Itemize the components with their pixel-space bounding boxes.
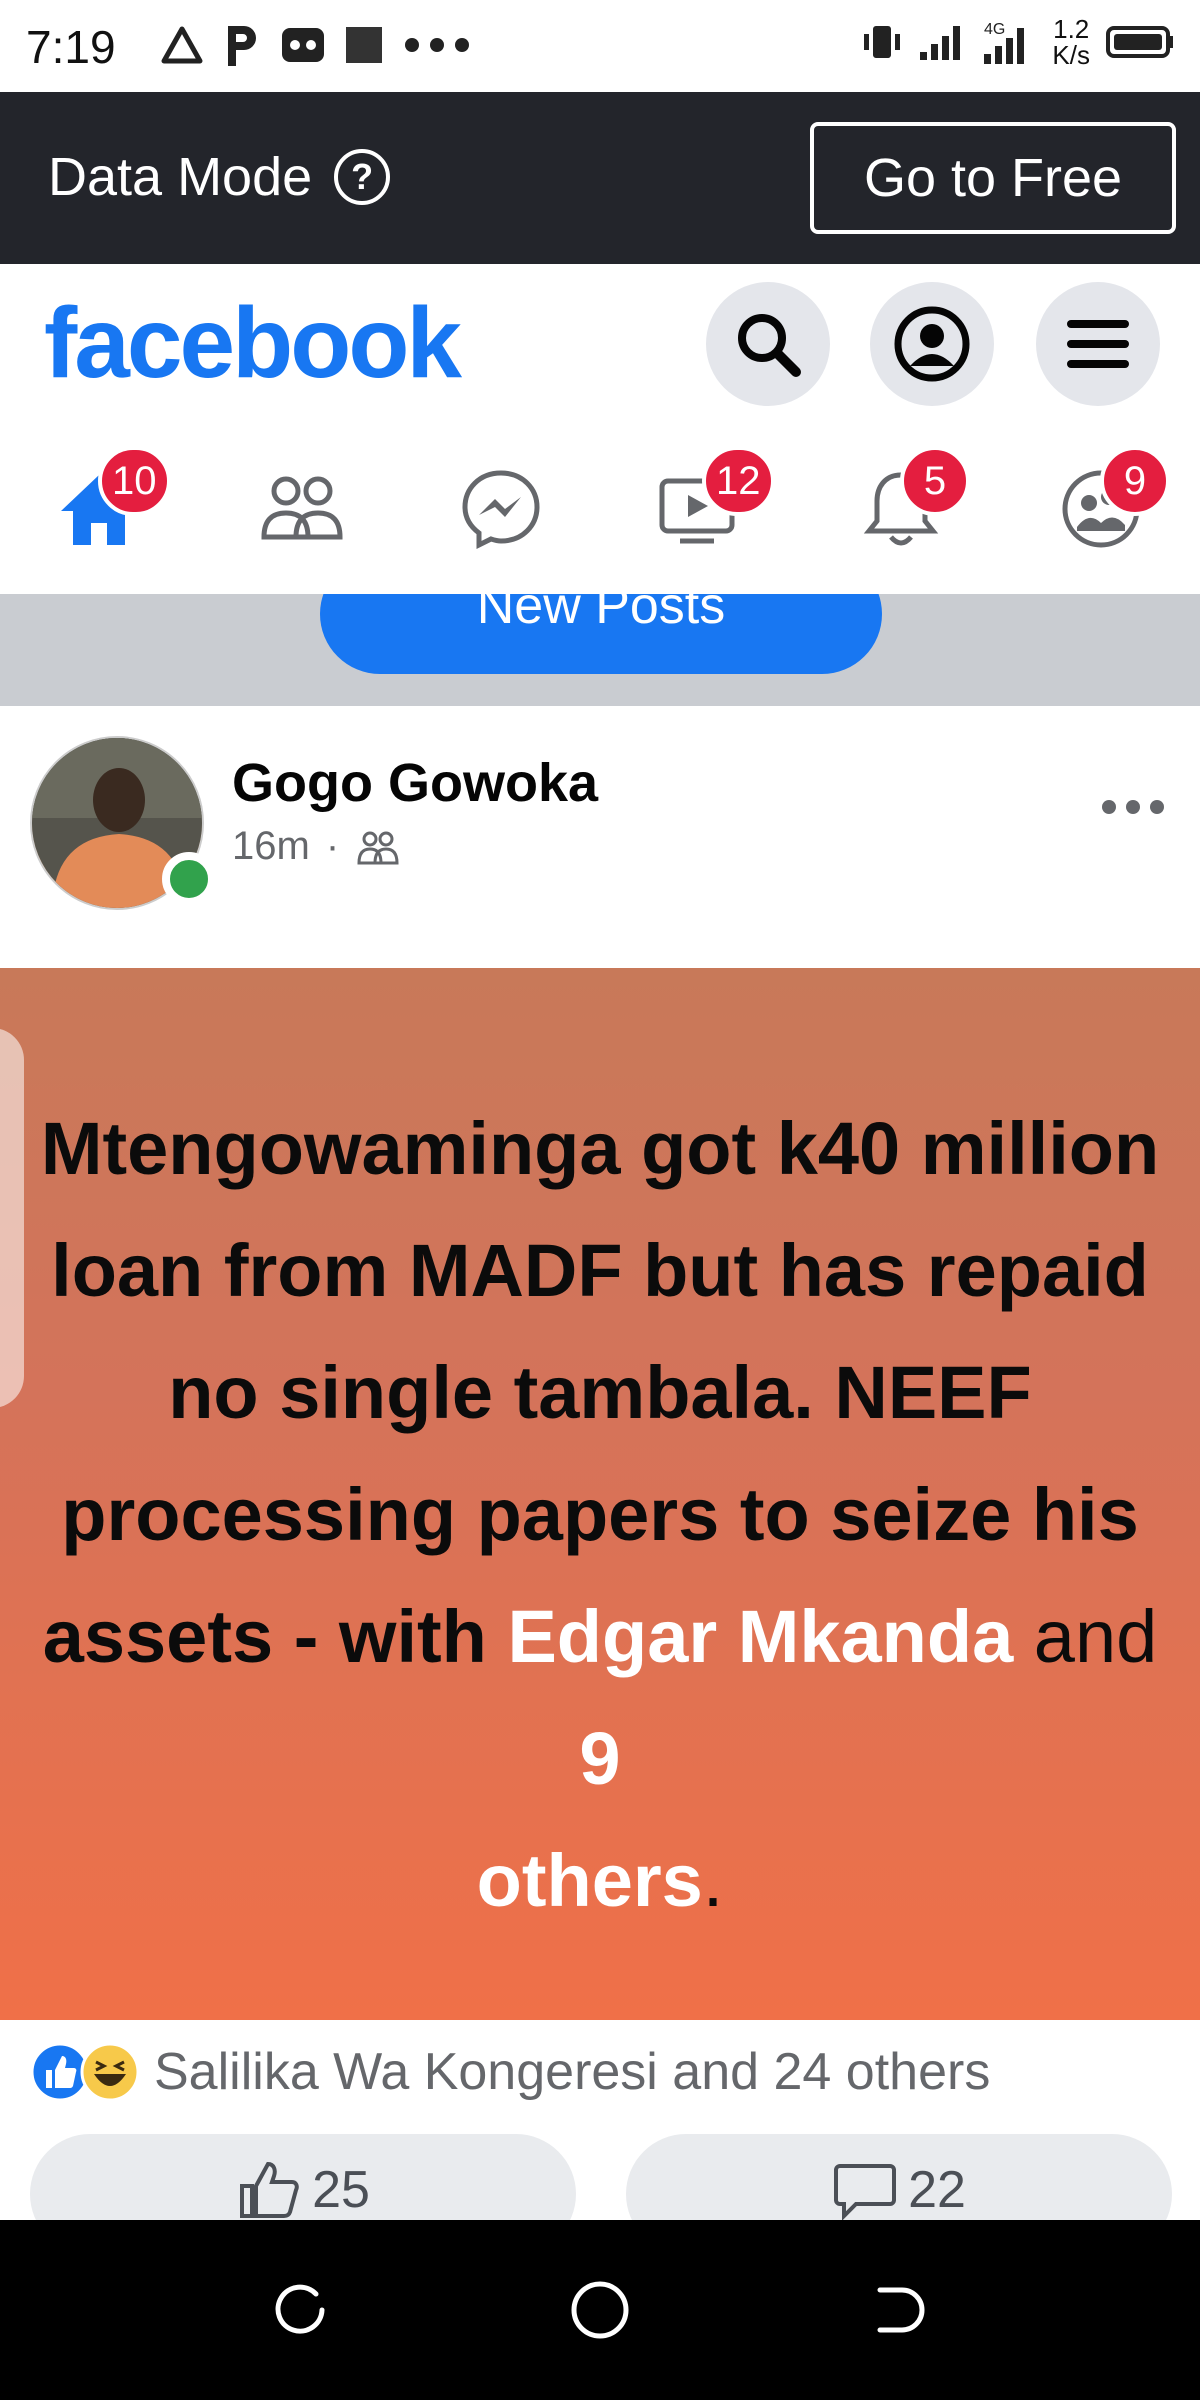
back-icon (877, 2287, 925, 2333)
tagged-person[interactable]: Edgar Mkanda (507, 1595, 1013, 1678)
reaction-icons (30, 2042, 140, 2102)
friends-icon (261, 476, 343, 540)
menu-button[interactable] (1036, 282, 1160, 406)
status-time: 7:19 (26, 21, 116, 73)
system-navigation-bar (0, 2220, 1200, 2400)
network-speed-value: 1.2 (1053, 14, 1090, 44)
signal-4g-icon: 4G (984, 21, 1025, 64)
nav-watch[interactable]: 12 (626, 434, 776, 584)
warning-icon (161, 26, 203, 64)
post-meta: 16m · (232, 824, 401, 869)
more-horizontal-icon (1102, 800, 1164, 814)
nav-groups[interactable]: 9 (1026, 434, 1176, 584)
post-author[interactable]: Gogo Gowoka (232, 752, 598, 814)
end-period: . (702, 1839, 724, 1922)
status-system-icons: 4G 1.2 K/s (860, 16, 1176, 68)
groups-badge: 9 (1100, 446, 1170, 516)
more-dots-icon (405, 38, 469, 52)
meta-separator: · (325, 824, 340, 868)
post-time[interactable]: 16m (232, 824, 310, 869)
post-body-main: Mtengowaminga got k40 million loan from … (40, 1107, 1160, 1678)
profile-button[interactable] (870, 282, 994, 406)
reactions-text: Salilika Wa Kongeresi and 24 others (154, 2043, 991, 2101)
svg-text:4G: 4G (984, 21, 1005, 38)
data-mode-text: Data Mode (48, 147, 313, 207)
facebook-logo[interactable]: facebook (44, 286, 462, 401)
recent-apps-button[interactable] (260, 2270, 340, 2350)
nav-friends[interactable] (226, 434, 376, 584)
help-icon[interactable]: ? (334, 149, 391, 205)
signal-icon (920, 26, 961, 60)
feed-divider: New Posts (0, 594, 1200, 706)
notifications-badge: 5 (900, 446, 970, 516)
home-badge: 10 (98, 446, 171, 516)
home-system-button[interactable] (560, 2270, 640, 2350)
tagged-others-count[interactable]: 9 (579, 1717, 620, 1800)
square-icon (346, 27, 382, 63)
post-options-button[interactable] (1100, 768, 1166, 830)
reactions-summary[interactable]: Salilika Wa Kongeresi and 24 others (30, 2042, 990, 2102)
network-speed: 1.2 K/s (1052, 16, 1090, 68)
search-button[interactable] (706, 282, 830, 406)
like-count: 25 (312, 2161, 370, 2219)
watch-badge: 12 (702, 446, 775, 516)
recent-apps-icon (275, 2284, 325, 2334)
menu-icon (1067, 320, 1129, 368)
data-mode-banner: Data Mode ? Go to Free (0, 92, 1200, 264)
profile-icon (894, 306, 970, 382)
home-circle-icon (571, 2281, 629, 2339)
main-nav: 10 12 5 9 (0, 434, 1200, 584)
haha-reaction-icon (80, 2042, 140, 2102)
online-status-dot (162, 852, 216, 906)
tagged-others-word[interactable]: others (477, 1839, 703, 1922)
go-to-free-button[interactable]: Go to Free (810, 122, 1176, 234)
search-icon (738, 314, 801, 377)
post-body: Mtengowaminga got k40 million loan from … (20, 1088, 1180, 1942)
facebook-header: facebook 10 12 5 9 (0, 264, 1200, 594)
post-text-background: Mtengowaminga got k40 million loan from … (0, 968, 1200, 2020)
status-notification-icons (160, 22, 472, 68)
vibrate-icon (864, 26, 901, 58)
back-button[interactable] (860, 2270, 940, 2350)
and-text: and (1013, 1595, 1158, 1678)
nav-home[interactable]: 10 (24, 434, 174, 584)
comment-icon (834, 2164, 897, 2220)
like-icon (240, 2161, 299, 2218)
gamepad-icon (282, 28, 324, 62)
nav-notifications[interactable]: 5 (826, 434, 976, 584)
status-bar: 7:19 4G 1.2 K/s (0, 0, 1200, 92)
data-mode-label[interactable]: Data Mode ? (48, 146, 391, 208)
battery-icon (1106, 26, 1173, 58)
feed-post: Gogo Gowoka 16m · Mtengowaminga got k40 … (0, 706, 1200, 2254)
network-speed-unit: K/s (1052, 40, 1090, 70)
nav-messenger[interactable] (426, 434, 576, 584)
messenger-icon (462, 470, 540, 550)
parking-app-icon (228, 26, 256, 66)
new-posts-button[interactable]: New Posts (320, 594, 882, 674)
friends-audience-icon (357, 831, 399, 864)
comment-count: 22 (908, 2161, 966, 2219)
